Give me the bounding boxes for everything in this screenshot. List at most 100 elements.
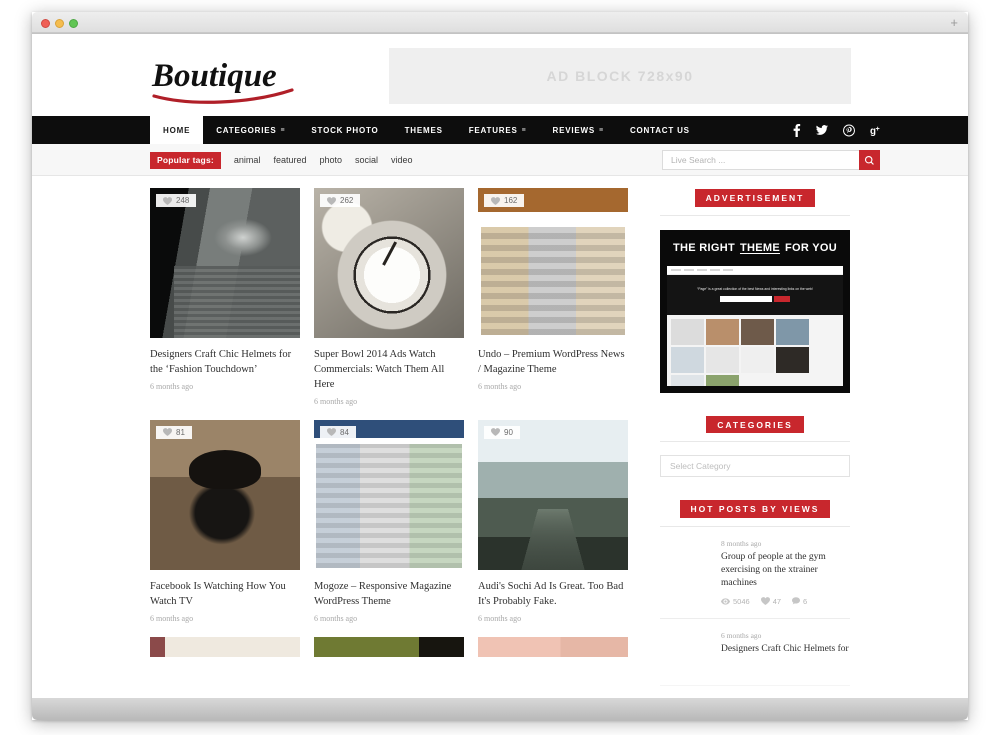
window-maximize-button[interactable] <box>69 19 78 28</box>
tag-link-social[interactable]: social <box>355 155 378 165</box>
site-logo[interactable]: Boutique <box>150 52 300 108</box>
tag-link-featured[interactable]: featured <box>273 155 306 165</box>
heart-icon <box>327 428 336 437</box>
tag-link-photo[interactable]: photo <box>319 155 342 165</box>
leaderboard-ad[interactable]: AD BLOCK 728x90 <box>389 48 851 104</box>
facebook-icon[interactable] <box>792 123 801 137</box>
ad-shot-navbar <box>667 265 843 275</box>
post-thumbnail[interactable]: 248 <box>150 188 300 338</box>
ad-shot-tagline: “Page” is a great collection of the best… <box>697 287 813 292</box>
nav-item-label: FEATURES <box>468 125 518 135</box>
nav-item-label: CATEGORIES <box>216 125 277 135</box>
search-icon <box>865 155 874 165</box>
post-card-partial[interactable] <box>150 636 300 657</box>
post-title[interactable]: Audi's Sochi Ad Is Great. Too Bad It's P… <box>478 580 628 610</box>
nav-item-categories[interactable]: CATEGORIES ≡ <box>203 116 298 144</box>
hot-post-title[interactable]: Group of people at the gym exercising on… <box>721 551 850 591</box>
widget-header: CATEGORIES <box>660 415 850 443</box>
post-date: 6 months ago <box>478 613 522 623</box>
pinterest-icon[interactable] <box>843 124 855 137</box>
main-navigation: HOME CATEGORIES ≡ STOCK PHOTO THEMES FEATURES… <box>32 116 968 144</box>
post-title[interactable]: Mogoze – Responsive Magazine WordPress T… <box>314 580 464 610</box>
heart-icon <box>163 428 172 437</box>
tag-list: Popular tags: animal featured photo social v… <box>150 144 413 176</box>
post-card[interactable]: 84 Mogoze – Responsive Magazine WordPress… <box>314 419 464 623</box>
nav-item-home[interactable]: HOME <box>150 116 204 144</box>
post-card-partial[interactable] <box>314 636 464 657</box>
post-card[interactable]: 81 Facebook Is Watching How You Watch TV 6… <box>150 419 300 623</box>
ad-banner-headline: THE RIGHT THEME FOR YOU <box>660 230 850 266</box>
hot-post-item[interactable]: 8 months ago Group of people at the gym e… <box>660 527 850 619</box>
twitter-icon[interactable] <box>816 123 828 137</box>
post-image <box>150 419 300 570</box>
category-select[interactable]: Select Category <box>660 455 850 477</box>
social-icon-list: g + <box>792 116 884 144</box>
post-date: 6 months ago <box>150 381 194 391</box>
widget-hot-posts: HOT POSTS BY VIEWS 8 months ago Group of … <box>660 499 850 686</box>
post-card-partial[interactable] <box>478 636 628 657</box>
post-date: 6 months ago <box>314 396 358 406</box>
search-input[interactable] <box>662 150 859 170</box>
tag-link-animal[interactable]: animal <box>234 155 261 165</box>
comment-count: 6 <box>803 596 808 606</box>
post-image <box>478 419 628 570</box>
heart-icon <box>163 196 172 205</box>
post-card[interactable]: 90 Audi's Sochi Ad Is Great. Too Bad It's… <box>478 419 628 623</box>
comment-stat: 6 <box>792 597 807 606</box>
nav-item-themes[interactable]: THEMES <box>392 116 456 144</box>
browser-titlebar: + <box>32 12 968 34</box>
new-tab-button[interactable]: + <box>950 16 958 30</box>
svg-text:+: + <box>876 126 880 133</box>
nav-item-contact-us[interactable]: CONTACT US <box>617 116 703 144</box>
post-image <box>478 188 628 338</box>
post-thumbnail[interactable]: 90 <box>478 419 628 570</box>
heart-icon <box>491 196 500 205</box>
nav-item-reviews[interactable]: REVIEWS ≡ <box>540 116 617 144</box>
hot-post-thumbnail[interactable] <box>660 631 712 673</box>
hot-post-thumbnail[interactable] <box>660 539 712 581</box>
post-card[interactable]: 262 Super Bowl 2014 Ads Watch Commercials… <box>314 188 464 406</box>
category-select-placeholder: Select Category <box>670 461 731 471</box>
hot-post-item[interactable]: 6 months ago Designers Craft Chic Helmets… <box>660 619 850 686</box>
comment-icon <box>792 597 801 605</box>
search-button[interactable] <box>859 150 880 170</box>
post-date: 6 months ago <box>478 381 522 391</box>
like-badge: 84 <box>320 425 356 439</box>
page-viewport: Boutique AD BLOCK 728x90 HOME CATEGORIES ≡… <box>32 34 968 698</box>
ad-shot-grid <box>667 314 843 386</box>
nav-item-list: HOME CATEGORIES ≡ STOCK PHOTO THEMES FEATURES… <box>150 116 703 144</box>
ad-banner-post: FOR YOU <box>784 241 837 254</box>
window-close-button[interactable] <box>41 19 50 28</box>
widget-header: ADVERTISEMENT <box>660 188 850 216</box>
logo-wordmark: Boutique <box>151 58 277 94</box>
window-minimize-button[interactable] <box>55 19 64 28</box>
nav-item-features[interactable]: FEATURES ≡ <box>456 116 540 144</box>
googleplus-icon[interactable]: g + <box>870 124 884 137</box>
tag-link-video[interactable]: video <box>391 155 413 165</box>
post-title[interactable]: Undo – Premium WordPress News / Magazine… <box>478 348 628 378</box>
like-badge: 262 <box>320 194 361 207</box>
post-title[interactable]: Facebook Is Watching How You Watch TV <box>150 580 300 610</box>
post-title[interactable]: Super Bowl 2014 Ads Watch Commercials: W… <box>314 348 464 393</box>
post-thumbnail[interactable]: 81 <box>150 419 300 570</box>
tabstrip-divider <box>32 32 968 33</box>
post-card[interactable]: 162 Undo – Premium WordPress News / Magaz… <box>478 188 628 406</box>
view-stat: 5046 <box>721 597 750 606</box>
like-badge: 162 <box>484 194 525 207</box>
post-image <box>314 188 464 338</box>
hot-post-title[interactable]: Designers Craft Chic Helmets for <box>721 643 850 656</box>
page-content: 248 Designers Craft Chic Helmets for the … <box>32 176 968 698</box>
sidebar-ad-banner[interactable]: THE RIGHT THEME FOR YOU “Page” is a grea… <box>660 229 850 393</box>
ad-shot-searchrow <box>720 295 790 302</box>
widget-title-hot-posts: HOT POSTS BY VIEWS <box>679 500 831 518</box>
post-thumbnail[interactable]: 84 <box>314 419 464 570</box>
post-thumbnail[interactable]: 162 <box>478 188 628 338</box>
ad-shot-hero: “Page” is a great collection of the best… <box>667 274 843 315</box>
post-title[interactable]: Designers Craft Chic Helmets for the ‘Fa… <box>150 348 300 378</box>
heart-icon <box>327 196 336 205</box>
post-card[interactable]: 248 Designers Craft Chic Helmets for the … <box>150 188 300 406</box>
like-count: 47 <box>772 596 782 606</box>
post-thumbnail[interactable]: 262 <box>314 188 464 338</box>
widget-title-advertisement: ADVERTISEMENT <box>694 189 816 207</box>
nav-item-stock-photo[interactable]: STOCK PHOTO <box>298 116 391 144</box>
